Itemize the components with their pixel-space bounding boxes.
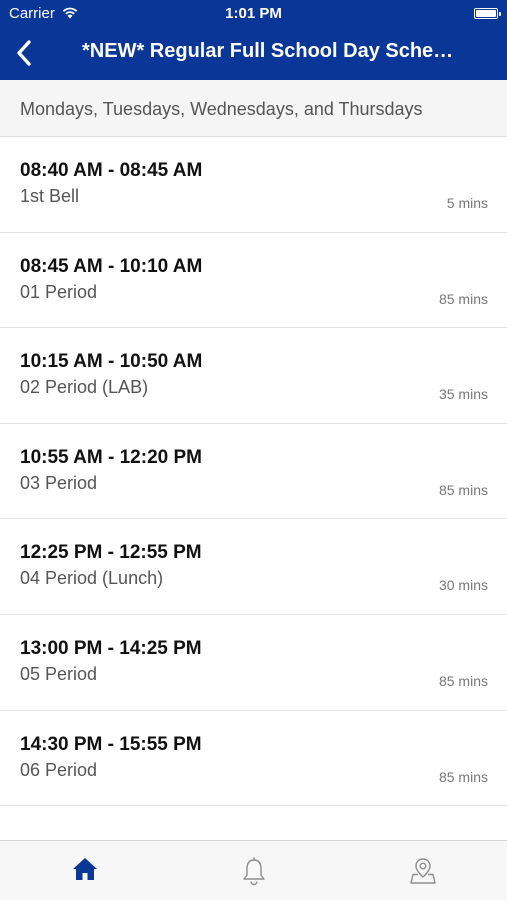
schedule-row[interactable]: 13:00 PM - 14:25 PM 05 Period 85 mins [0, 614, 507, 711]
time-range: 08:40 AM - 08:45 AM [20, 160, 203, 181]
period-label: 03 Period [20, 472, 98, 493]
chevron-left-icon [17, 40, 31, 66]
back-button[interactable] [12, 38, 38, 68]
status-bar: Carrier 1:01 PM [0, 0, 507, 28]
period-label: 02 Period (LAB) [20, 377, 149, 398]
tab-home[interactable] [0, 841, 169, 901]
tab-map[interactable] [338, 841, 507, 901]
status-time: 1:01 PM [225, 5, 282, 22]
duration-label: 85 mins [438, 290, 488, 307]
bell-icon [242, 857, 265, 886]
duration-label: 85 mins [438, 768, 488, 785]
period-label: 05 Period [20, 663, 98, 684]
page-title: *NEW* Regular Full School Day Sche… [82, 40, 454, 62]
tab-bar [0, 840, 507, 900]
time-range: 08:45 AM - 10:10 AM [20, 255, 203, 277]
period-label: 04 Period (Lunch) [20, 568, 164, 589]
schedule-row[interactable]: 08:40 AM - 08:45 AM 1st Bell 5 mins [0, 137, 507, 233]
time-range: 12:25 PM - 12:55 PM [20, 542, 202, 564]
duration-label: 30 mins [438, 577, 488, 594]
tab-notifications[interactable] [169, 841, 338, 901]
time-range: 10:15 AM - 10:50 AM [20, 351, 203, 373]
duration-label: 35 mins [438, 386, 488, 403]
time-range: 10:55 AM - 12:20 PM [20, 446, 202, 468]
duration-label: 5 mins [446, 195, 488, 211]
schedule-list: 08:40 AM - 08:45 AM 1st Bell 5 mins 08:4… [0, 137, 507, 807]
schedule-row[interactable]: 10:15 AM - 10:50 AM 02 Period (LAB) 35 m… [0, 328, 507, 424]
schedule-row[interactable]: 10:55 AM - 12:20 PM 03 Period 85 mins [0, 423, 507, 520]
schedule-row[interactable]: 12:25 PM - 12:55 PM 04 Period (Lunch) 30… [0, 519, 507, 615]
period-label: 06 Period [20, 759, 98, 780]
time-range: 13:00 PM - 14:25 PM [20, 637, 202, 659]
duration-label: 85 mins [438, 481, 488, 498]
nav-bar: *NEW* Regular Full School Day Sche… [0, 28, 507, 80]
period-label: 01 Period [20, 281, 98, 302]
days-header-label: Mondays, Tuesdays, Wednesdays, and Thurs… [20, 99, 423, 119]
schedule-row[interactable]: 14:30 PM - 15:55 PM 06 Period 85 mins [0, 710, 507, 807]
map-pin-icon [409, 858, 436, 884]
battery-icon [474, 8, 501, 19]
home-icon [72, 858, 97, 880]
days-header: Mondays, Tuesdays, Wednesdays, and Thurs… [0, 80, 507, 137]
period-label: 1st Bell [20, 186, 80, 206]
duration-label: 85 mins [438, 672, 488, 689]
schedule-row[interactable]: 08:45 AM - 10:10 AM 01 Period 85 mins [0, 232, 507, 329]
time-range: 14:30 PM - 15:55 PM [20, 733, 202, 755]
top-bar: Carrier 1:01 PM *NEW* Regular Full Schoo… [0, 0, 507, 80]
